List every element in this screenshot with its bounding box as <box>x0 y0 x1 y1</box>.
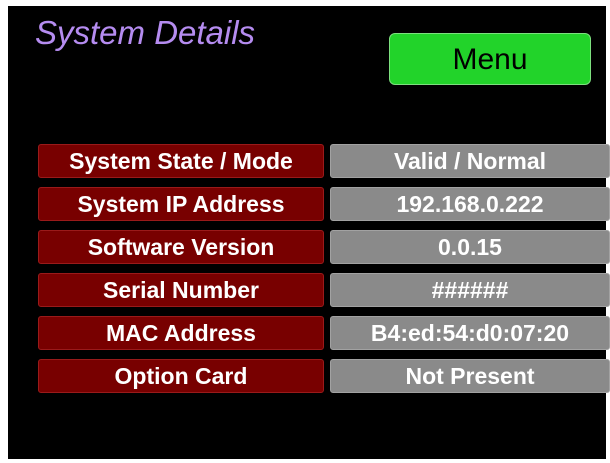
menu-button[interactable]: Menu <box>389 33 591 85</box>
detail-row-system-state: System State / Mode Valid / Normal <box>38 144 610 178</box>
detail-row-mac-address: MAC Address B4:ed:54:d0:07:20 <box>38 316 610 350</box>
detail-label: Option Card <box>38 359 324 393</box>
detail-value: Not Present <box>330 359 610 393</box>
detail-label: MAC Address <box>38 316 324 350</box>
detail-label: Software Version <box>38 230 324 264</box>
system-details-screen: System Details Menu System State / Mode … <box>8 6 610 459</box>
page-title: System Details <box>35 14 256 51</box>
detail-label: Serial Number <box>38 273 324 307</box>
detail-value: ###### <box>330 273 610 307</box>
detail-value: 192.168.0.222 <box>330 187 610 221</box>
detail-label: System IP Address <box>38 187 324 221</box>
detail-label: System State / Mode <box>38 144 324 178</box>
detail-value: 0.0.15 <box>330 230 610 264</box>
detail-row-ip-address: System IP Address 192.168.0.222 <box>38 187 610 221</box>
detail-row-serial-number: Serial Number ###### <box>38 273 610 307</box>
detail-value: B4:ed:54:d0:07:20 <box>330 316 610 350</box>
detail-value: Valid / Normal <box>330 144 610 178</box>
detail-row-software-version: Software Version 0.0.15 <box>38 230 610 264</box>
detail-row-option-card: Option Card Not Present <box>38 359 610 393</box>
